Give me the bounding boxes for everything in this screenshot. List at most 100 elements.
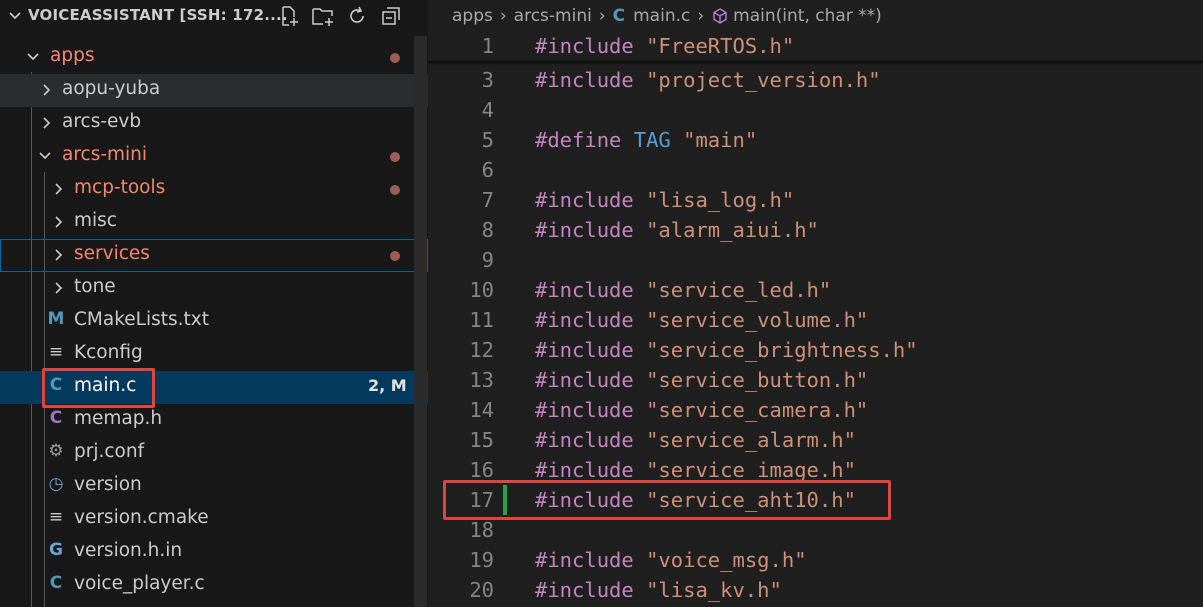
highlight-box-line-17 (443, 480, 891, 520)
line-content: #define TAG "main" (535, 128, 757, 152)
tree-file-voice-player-c[interactable]: C voice_player.c (0, 569, 428, 602)
refresh-icon[interactable] (344, 4, 370, 28)
code-line[interactable]: 10 #include "service_led.h" (428, 275, 1203, 305)
preprocessor-keyword: #include (535, 368, 634, 392)
breadcrumb: apps › arcs-mini › C main.c › main(int, … (452, 4, 882, 28)
tree-item-label: prj.conf (74, 441, 145, 462)
tree-file-version-cmake[interactable]: ≡ version.cmake (0, 503, 428, 536)
tree-item-label: version.cmake (74, 507, 209, 528)
breadcrumb-symbol[interactable]: main(int, char **) (733, 6, 882, 26)
line-number: 19 (469, 548, 494, 572)
tree-item-label: arcs-mini (62, 144, 148, 165)
template-file-icon: G (49, 540, 63, 560)
line-number: 1 (481, 34, 494, 58)
line-number: 14 (469, 398, 494, 422)
workspace-title[interactable]: VOICEASSISTANT [SSH: 172.... (28, 6, 288, 24)
tree-file-memap-h[interactable]: C memap.h (0, 404, 428, 437)
code-line[interactable]: 20 #include "lisa_kv.h" (428, 575, 1203, 605)
preprocessor-keyword: #include (535, 308, 634, 332)
tree-file-kconfig[interactable]: ≡ Kconfig (0, 338, 428, 371)
code-line[interactable]: 19 #include "voice_msg.h" (428, 545, 1203, 575)
string-literal: "service_alarm.h" (646, 428, 856, 452)
string-literal: "alarm_aiui.h" (646, 218, 819, 242)
string-literal: "service_image.h" (646, 458, 856, 482)
code-line[interactable]: 7 #include "lisa_log.h" (428, 185, 1203, 215)
tree-file-cmakelists[interactable]: M CMakeLists.txt (0, 305, 428, 338)
line-number: 9 (481, 248, 494, 272)
preprocessor-keyword: #define (535, 128, 622, 152)
tree-item-label: mcp-tools (74, 177, 166, 198)
code-line[interactable]: 5 #define TAG "main" (428, 125, 1203, 155)
tree-item-label: services (74, 243, 150, 264)
code-line[interactable]: 4 (428, 95, 1203, 125)
tree-folder-tone[interactable]: tone (0, 272, 428, 305)
tree-item-label: version (74, 474, 142, 495)
string-literal: "lisa_log.h" (646, 188, 795, 212)
code-line[interactable]: 6 (428, 155, 1203, 185)
breadcrumb-separator: › (697, 6, 705, 26)
code-line[interactable]: 15 #include "service_alarm.h" (428, 425, 1203, 455)
tree-folder-misc[interactable]: misc (0, 206, 428, 239)
sticky-scroll-line[interactable]: 1 #include "FreeRTOS.h" (428, 31, 1203, 61)
explorer-panel: VOICEASSISTANT [SSH: 172.... apps aopu-y… (0, 0, 428, 607)
string-literal: "project_version.h" (646, 68, 881, 92)
tree-file-version-h-in[interactable]: G version.h.in (0, 536, 428, 569)
code-line[interactable]: 9 (428, 245, 1203, 275)
string-literal: "service_volume.h" (646, 308, 869, 332)
breadcrumb-separator: › (598, 6, 606, 26)
code-line[interactable]: 3 #include "project_version.h" (428, 65, 1203, 95)
tree-scrollbar[interactable] (414, 36, 427, 607)
gear-icon: ⚙ (48, 441, 64, 461)
collapse-all-icon[interactable] (378, 4, 404, 28)
chevron-right-icon (43, 117, 51, 129)
new-folder-icon[interactable] (310, 4, 336, 28)
string-literal: "service_button.h" (646, 368, 869, 392)
chevron-right-icon (55, 183, 63, 195)
line-content: #include "service_image.h" (535, 458, 856, 482)
line-content: #include "lisa_log.h" (535, 188, 794, 212)
chevron-right-icon (43, 84, 51, 96)
modified-dot (390, 185, 400, 195)
explorer-header: VOICEASSISTANT [SSH: 172.... (0, 0, 428, 32)
breadcrumb-apps[interactable]: apps (452, 6, 493, 26)
tree-folder-mcp-tools[interactable]: mcp-tools (0, 173, 428, 206)
method-cube-icon (713, 8, 727, 24)
problems-badge: 2, M (368, 376, 407, 395)
line-content: #include "project_version.h" (535, 68, 881, 92)
preprocessor-keyword: #include (535, 338, 634, 362)
c-file-icon: C (49, 573, 63, 593)
breadcrumb-file[interactable]: main.c (633, 6, 690, 26)
code-line[interactable]: 8 #include "alarm_aiui.h" (428, 215, 1203, 245)
preprocessor-keyword: #include (535, 278, 634, 302)
code-line[interactable]: 13 #include "service_button.h" (428, 365, 1203, 395)
chevron-down-icon (27, 53, 39, 61)
tree-item-label: voice_player.c (74, 573, 205, 594)
new-file-icon[interactable] (276, 4, 302, 28)
code-line[interactable]: 12 #include "service_brightness.h" (428, 335, 1203, 365)
modified-dot (390, 53, 400, 63)
chevron-down-icon (39, 152, 51, 160)
line-number: 7 (481, 188, 494, 212)
breadcrumb-arcs-mini[interactable]: arcs-mini (514, 6, 592, 26)
tree-item-label: version.h.in (74, 540, 183, 561)
preprocessor-keyword: #include (535, 188, 634, 212)
tree-folder-arcs-mini[interactable]: arcs-mini (0, 140, 428, 173)
tree-file-version[interactable]: ◷ version (0, 470, 428, 503)
preprocessor-keyword: #include (535, 548, 634, 572)
line-content: #include "service_camera.h" (535, 398, 868, 422)
string-literal: "service_led.h" (646, 278, 832, 302)
tree-folder-apps[interactable]: apps (0, 41, 428, 74)
string-literal: "service_brightness.h" (646, 338, 918, 362)
text-file-icon: ≡ (48, 507, 64, 527)
line-number: 11 (469, 308, 494, 332)
line-content: #include "service_volume.h" (535, 308, 868, 332)
chevron-down-icon[interactable] (8, 9, 22, 23)
line-number: 5 (481, 128, 494, 152)
code-line[interactable]: 14 #include "service_camera.h" (428, 395, 1203, 425)
tree-folder-arcs-evb[interactable]: arcs-evb (0, 107, 428, 140)
tree-folder-services[interactable]: services (0, 239, 428, 272)
code-line[interactable]: 11 #include "service_volume.h" (428, 305, 1203, 335)
tree-folder-aopu-yuba[interactable]: aopu-yuba (0, 74, 428, 107)
tree-file-prj-conf[interactable]: ⚙ prj.conf (0, 437, 428, 470)
preprocessor-keyword: #include (535, 398, 634, 422)
